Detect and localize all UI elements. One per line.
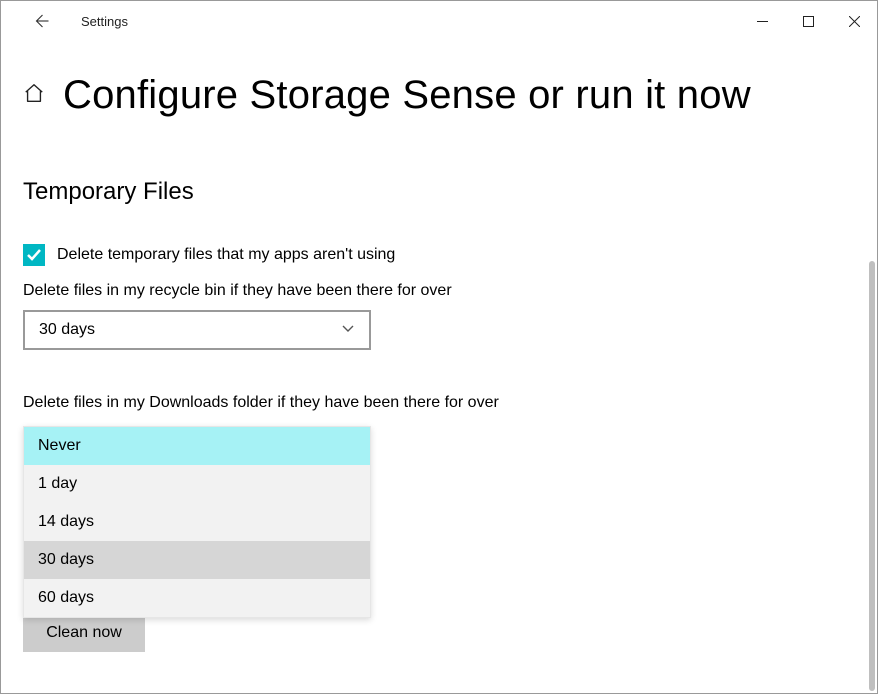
dropdown-option-30-days[interactable]: 30 days — [24, 541, 370, 579]
checkmark-icon — [26, 247, 42, 263]
app-title: Settings — [81, 14, 128, 29]
maximize-icon — [803, 16, 814, 27]
home-icon[interactable] — [23, 82, 45, 109]
chevron-down-icon — [341, 321, 355, 340]
delete-temp-checkbox[interactable] — [23, 244, 45, 266]
scrollbar[interactable] — [869, 261, 875, 691]
close-icon — [849, 16, 860, 27]
clean-now-button[interactable]: Clean now — [23, 614, 145, 652]
minimize-icon — [757, 16, 768, 27]
page-title: Configure Storage Sense or run it now — [63, 73, 751, 118]
back-icon — [32, 12, 50, 30]
maximize-button[interactable] — [785, 1, 831, 41]
downloads-label: Delete files in my Downloads folder if t… — [23, 394, 855, 412]
recycle-bin-label: Delete files in my recycle bin if they h… — [23, 282, 855, 300]
delete-temp-checkbox-label: Delete temporary files that my apps aren… — [57, 246, 395, 264]
page-content: Configure Storage Sense or run it now Te… — [1, 41, 877, 652]
dropdown-option-1-day[interactable]: 1 day — [24, 465, 370, 503]
back-button[interactable] — [21, 1, 61, 41]
titlebar: Settings — [1, 1, 877, 41]
downloads-dropdown-list: Never 1 day 14 days 30 days 60 days — [23, 426, 371, 618]
minimize-button[interactable] — [739, 1, 785, 41]
dropdown-option-14-days[interactable]: 14 days — [24, 503, 370, 541]
recycle-bin-value: 30 days — [39, 321, 341, 339]
downloads-field: Delete files in my Downloads folder if t… — [23, 394, 855, 652]
dropdown-option-60-days[interactable]: 60 days — [24, 579, 370, 617]
dropdown-option-never[interactable]: Never — [24, 427, 370, 465]
section-heading: Temporary Files — [23, 178, 855, 206]
page-heading-row: Configure Storage Sense or run it now — [23, 73, 855, 118]
delete-temp-checkbox-row[interactable]: Delete temporary files that my apps aren… — [23, 244, 855, 266]
close-button[interactable] — [831, 1, 877, 41]
window-controls — [739, 1, 877, 41]
recycle-bin-dropdown[interactable]: 30 days — [23, 310, 371, 350]
